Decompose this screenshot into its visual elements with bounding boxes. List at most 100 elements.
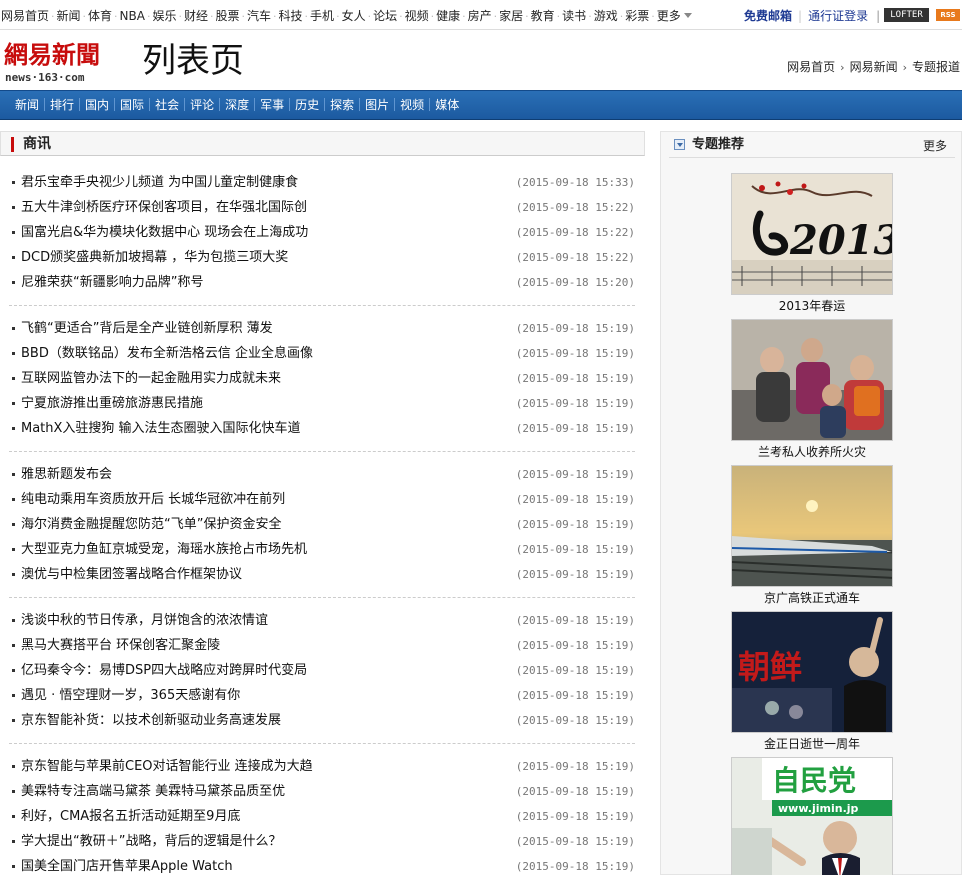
more-label: 更多	[656, 9, 681, 23]
channel-nav-link[interactable]: 国内	[80, 91, 114, 120]
bullet-icon	[12, 694, 15, 697]
news-title-link[interactable]: 君乐宝牵手央视少儿频道 为中国儿童定制健康食	[21, 170, 298, 195]
top-nav-link[interactable]: 女人	[342, 9, 366, 23]
news-title-link[interactable]: 飞鹤“更适合”背后是全产业链创新厚积 薄发	[21, 316, 273, 341]
channel-nav-link[interactable]: 军事	[255, 91, 289, 120]
news-title-link[interactable]: MathX入驻搜狗 输入法生态圈驶入国际化快车道	[21, 416, 301, 441]
news-title-link[interactable]: BBD（数联铭品）发布全新浩格云信 企业全息画像	[21, 341, 313, 366]
divider: ·	[336, 10, 340, 23]
bullet-icon	[12, 327, 15, 330]
chinese-new-year-calligraphy-image[interactable]: 2013	[731, 173, 893, 295]
top-nav-link[interactable]: 健康	[436, 9, 460, 23]
news-title-link[interactable]: 互联网监管办法下的一起金融用实力成就未来	[21, 366, 281, 391]
topic-caption[interactable]: 京广高铁正式通车	[731, 589, 893, 607]
bullet-icon	[12, 669, 15, 672]
news-row: 五大牛津剑桥医疗环保创客项目，在华强北国际创 (2015-09-18 15:22)	[9, 195, 635, 220]
top-nav-link[interactable]: 读书	[562, 9, 586, 23]
divider: ·	[178, 10, 182, 23]
news-title-link[interactable]: 尼雅荣获“新疆影响力品牌”称号	[21, 270, 203, 295]
news-group: 雅思新题发布会 (2015-09-18 15:19) 纯电动乘用车资质放开后 长城华…	[9, 462, 635, 587]
channel-nav-link[interactable]: 探索	[325, 91, 359, 120]
news-title-link[interactable]: 遇见 · 悟空理财一岁，365天感谢有你	[21, 683, 240, 708]
top-nav-link[interactable]: 新闻	[57, 9, 81, 23]
logo-domain-text: news·163·com	[5, 71, 85, 84]
top-nav-link[interactable]: 科技	[279, 9, 303, 23]
news-title-link[interactable]: 澳优与中检集团签署战略合作框架协议	[21, 562, 242, 587]
news-row: 利好，CMA报名五折活动延期至9月底 (2015-09-18 15:19)	[9, 804, 635, 829]
news-title-link[interactable]: DCD颁奖盛典新加坡揭幕 ，华为包揽三项大奖	[21, 245, 288, 270]
news-title-link[interactable]: 美霖特专注高端马黛茶 美霖特马黛茶品质至优	[21, 779, 285, 804]
bullet-icon	[12, 644, 15, 647]
bullet-icon	[12, 256, 15, 259]
channel-nav-link[interactable]: 深度	[220, 91, 254, 120]
news-title-link[interactable]: 雅思新题发布会	[21, 462, 112, 487]
top-nav-link[interactable]: 网易首页	[1, 9, 49, 23]
high-speed-train-image[interactable]	[731, 465, 893, 587]
news-group: 飞鹤“更适合”背后是全产业链创新厚积 薄发 (2015-09-18 15:19) B…	[9, 316, 635, 441]
top-nav-link[interactable]: 彩票	[625, 9, 649, 23]
channel-nav-link[interactable]: 历史	[290, 91, 324, 120]
channel-nav-link[interactable]: 新闻	[10, 91, 44, 120]
news-title-link[interactable]: 宁夏旅游推出重磅旅游惠民措施	[21, 391, 203, 416]
top-nav-link[interactable]: 游戏	[594, 9, 618, 23]
channel-nav-link[interactable]: 视频	[395, 91, 429, 120]
top-nav-link[interactable]: 论坛	[373, 9, 397, 23]
bullet-icon	[12, 377, 15, 380]
sidebar-more-link[interactable]: 更多	[923, 137, 947, 154]
top-nav-link[interactable]: NBA	[120, 9, 145, 23]
topic-caption[interactable]: 金正日逝世一周年	[731, 735, 893, 753]
news-title-link[interactable]: 亿玛秦令今：易博DSP四大战略应对跨屏时代变局	[21, 658, 307, 683]
channel-nav-link[interactable]: 评论	[185, 91, 219, 120]
news-date: (2015-09-18 15:19)	[515, 835, 635, 848]
channel-nav-link[interactable]: 图片	[360, 91, 394, 120]
rss-icon[interactable]: RSS	[936, 9, 960, 21]
bullet-icon	[12, 548, 15, 551]
channel-nav-link[interactable]: 媒体	[430, 91, 464, 120]
breadcrumb-link: 专题报道	[911, 60, 960, 74]
page-title: 列表页	[142, 42, 244, 80]
news-title-link[interactable]: 京东智能与苹果前CEO对话智能行业 连接成为大趋	[21, 754, 313, 779]
news-title-link[interactable]: 五大牛津剑桥医疗环保创客项目，在华强北国际创	[21, 195, 307, 220]
news-title-link[interactable]: 大型亚克力鱼缸京城受宠，海瑶水族抢占市场先机	[21, 537, 307, 562]
divider: ·	[525, 10, 529, 23]
top-nav-link[interactable]: 教育	[531, 9, 555, 23]
breadcrumb-link[interactable]: 网易首页	[787, 60, 835, 74]
bullet-icon	[12, 181, 15, 184]
news-title-link[interactable]: 国美全国门店开售苹果Apple Watch	[21, 854, 233, 875]
news-title-link[interactable]: 海尔消费金融提醒您防范“飞单”保护资金安全	[21, 512, 281, 537]
top-nav-link[interactable]: 股票	[216, 9, 240, 23]
top-nav-link[interactable]: 汽车	[247, 9, 271, 23]
top-nav-link[interactable]: 手机	[310, 9, 334, 23]
top-nav-link[interactable]: 房产	[468, 9, 492, 23]
channel-nav-link[interactable]: 国际	[115, 91, 149, 120]
more-dropdown[interactable]: 更多	[657, 9, 692, 23]
topic-caption[interactable]: 2013年春运	[731, 297, 893, 315]
lofter-logo-link[interactable]: LOFTER	[884, 8, 929, 22]
channel-nav-link[interactable]: 社会	[150, 91, 184, 120]
news-title-link[interactable]: 纯电动乘用车资质放开后 长城华冠欲冲在前列	[21, 487, 285, 512]
top-nav-link[interactable]: 视频	[405, 9, 429, 23]
children-photo-image[interactable]	[731, 319, 893, 441]
top-nav-link[interactable]: 家居	[499, 9, 523, 23]
news-title-link[interactable]: 利好，CMA报名五折活动延期至9月底	[21, 804, 240, 829]
breadcrumb-link[interactable]: 网易新闻	[850, 60, 898, 74]
news-title-link[interactable]: 学大提出“教研＋”战略，背后的逻辑是什么？	[21, 829, 281, 854]
news-title-link[interactable]: 黑马大赛搭平台 环保创客汇聚金陵	[21, 633, 220, 658]
passport-login-link[interactable]: 通行证登录	[808, 9, 868, 23]
topic-caption[interactable]: 兰考私人收养所火灾	[731, 443, 893, 461]
news-row: 京东智能补货：以技术创新驱动业务高速发展 (2015-09-18 15:19)	[9, 708, 635, 733]
news-title-link[interactable]: 国富光启&华为模块化数据中心 现场会在上海成功	[21, 220, 308, 245]
japan-politician-image[interactable]: 自民党 www.jimin.jp	[731, 757, 893, 875]
free-mail-link[interactable]: 免费邮箱	[744, 9, 792, 23]
divider: ·	[273, 10, 277, 23]
calligraphy-2013-text: 2013	[789, 217, 893, 264]
top-nav-link[interactable]: 体育	[88, 9, 112, 23]
netease-news-logo[interactable]: 網易新聞 news·163·com	[4, 41, 132, 88]
channel-nav-link[interactable]: 排行	[45, 91, 79, 120]
top-nav-link[interactable]: 娱乐	[152, 9, 176, 23]
news-title-link[interactable]: 浅谈中秋的节日传承，月饼饱含的浓浓情谊	[21, 608, 268, 633]
news-title-link[interactable]: 京东智能补货：以技术创新驱动业务高速发展	[21, 708, 281, 733]
top-nav-link[interactable]: 财经	[184, 9, 208, 23]
korea-leader-image[interactable]: 朝鲜	[731, 611, 893, 733]
sidebar-title: 专题推荐	[692, 137, 745, 152]
